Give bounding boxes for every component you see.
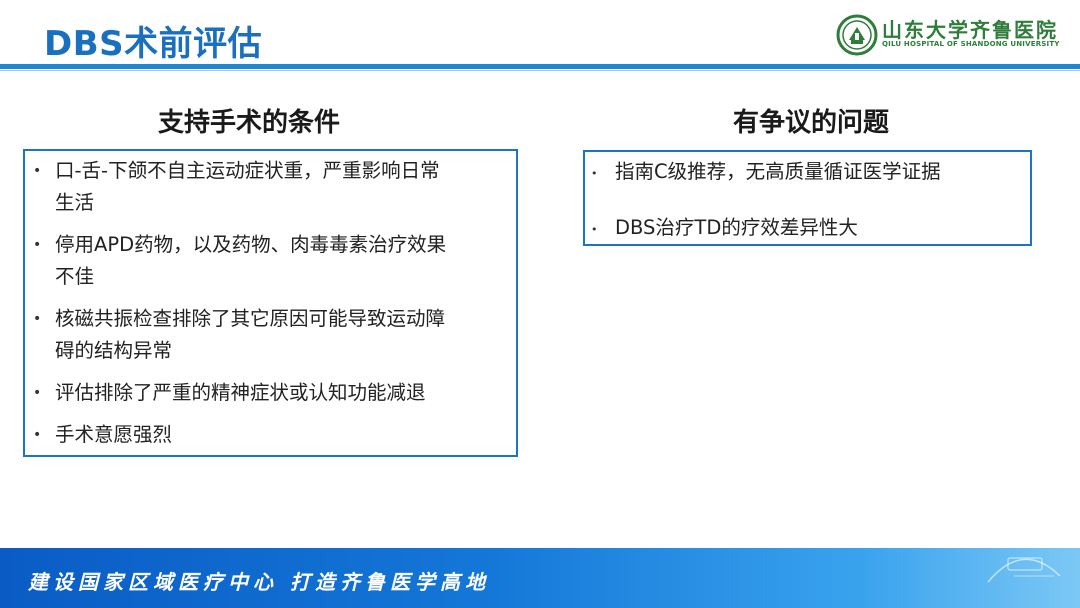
list-item-line: 口-舌-下颌不自主运动症状重，严重影响日常 [55,159,440,182]
bullet-icon: • [33,163,42,179]
list-item: • 口-舌-下颌不自主运动症状重，严重影响日常 生活 [25,155,505,219]
list-item: • 手术意愿强烈 [25,419,505,451]
list-item: • 停用APD药物，以及药物、肉毒毒素治疗效果 不佳 [25,229,505,293]
list-item: • 核磁共振检查排除了其它原因可能导致运动障 碍的结构异常 [25,303,505,367]
watermark-logo-icon [987,557,1061,583]
list-item: • DBS治疗TD的疗效差异性大 [585,212,1025,244]
bullet-icon: • [591,223,598,236]
slide-title: DBS术前评估 [44,24,263,64]
bullet-icon: • [33,311,42,327]
list-item-text: 指南C级推荐，无高质量循证医学证据 [615,160,941,183]
hospital-logo: 山东大学齐鲁医院 QILU HOSPITAL OF SHANDONG UNIVE… [836,12,1059,58]
hospital-emblem-icon [836,14,878,56]
bullet-icon: • [33,237,42,253]
bullet-icon: • [591,167,598,180]
list-item-line: 碍的结构异常 [55,339,173,362]
list-item: • 评估排除了严重的精神症状或认知功能减退 [25,377,505,409]
bullet-icon: • [33,385,42,401]
footer-banner: 建设国家区域医疗中心 打造齐鲁医学高地 [0,548,1080,608]
list-item-line: 不佳 [55,265,95,288]
support-conditions-box: • 口-舌-下颌不自主运动症状重，严重影响日常 生活 • 停用APD药物，以及药… [23,149,518,457]
list-item-line: 停用APD药物，以及药物、肉毒毒素治疗效果 [55,233,447,256]
logo-english-name: QILU HOSPITAL OF SHANDONG UNIVERSITY [882,40,1060,48]
list-item: • 指南C级推荐，无高质量循证医学证据 [585,156,1025,188]
list-item-line: 核磁共振检查排除了其它原因可能导致运动障 [55,307,446,330]
controversial-issues-box: • 指南C级推荐，无高质量循证医学证据 • DBS治疗TD的疗效差异性大 [583,150,1032,246]
list-item-text: DBS治疗TD的疗效差异性大 [615,216,858,239]
list-item-line: 生活 [55,191,95,214]
bullet-icon: • [33,427,42,443]
list-item-line: 手术意愿强烈 [55,423,173,446]
footer-slogan: 建设国家区域医疗中心 打造齐鲁医学高地 [28,570,490,594]
list-item-line: 评估排除了严重的精神症状或认知功能减退 [55,381,426,404]
header-divider-thin [0,70,1080,71]
left-heading: 支持手术的条件 [158,108,341,138]
right-heading: 有争议的问题 [733,108,890,138]
header-divider [0,64,1080,69]
logo-chinese-name: 山东大学齐鲁医院 [882,18,1058,42]
